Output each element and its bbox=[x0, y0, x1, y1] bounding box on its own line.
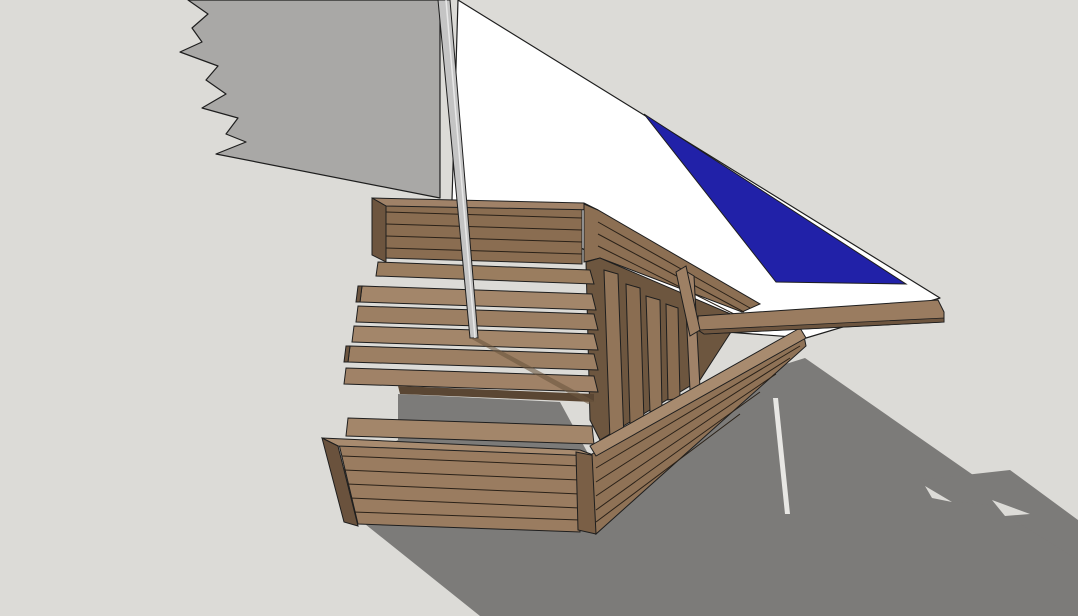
viewport bbox=[0, 0, 1078, 616]
boat-model-scene bbox=[179, 0, 1078, 616]
mainsail-shadow bbox=[179, 0, 441, 199]
